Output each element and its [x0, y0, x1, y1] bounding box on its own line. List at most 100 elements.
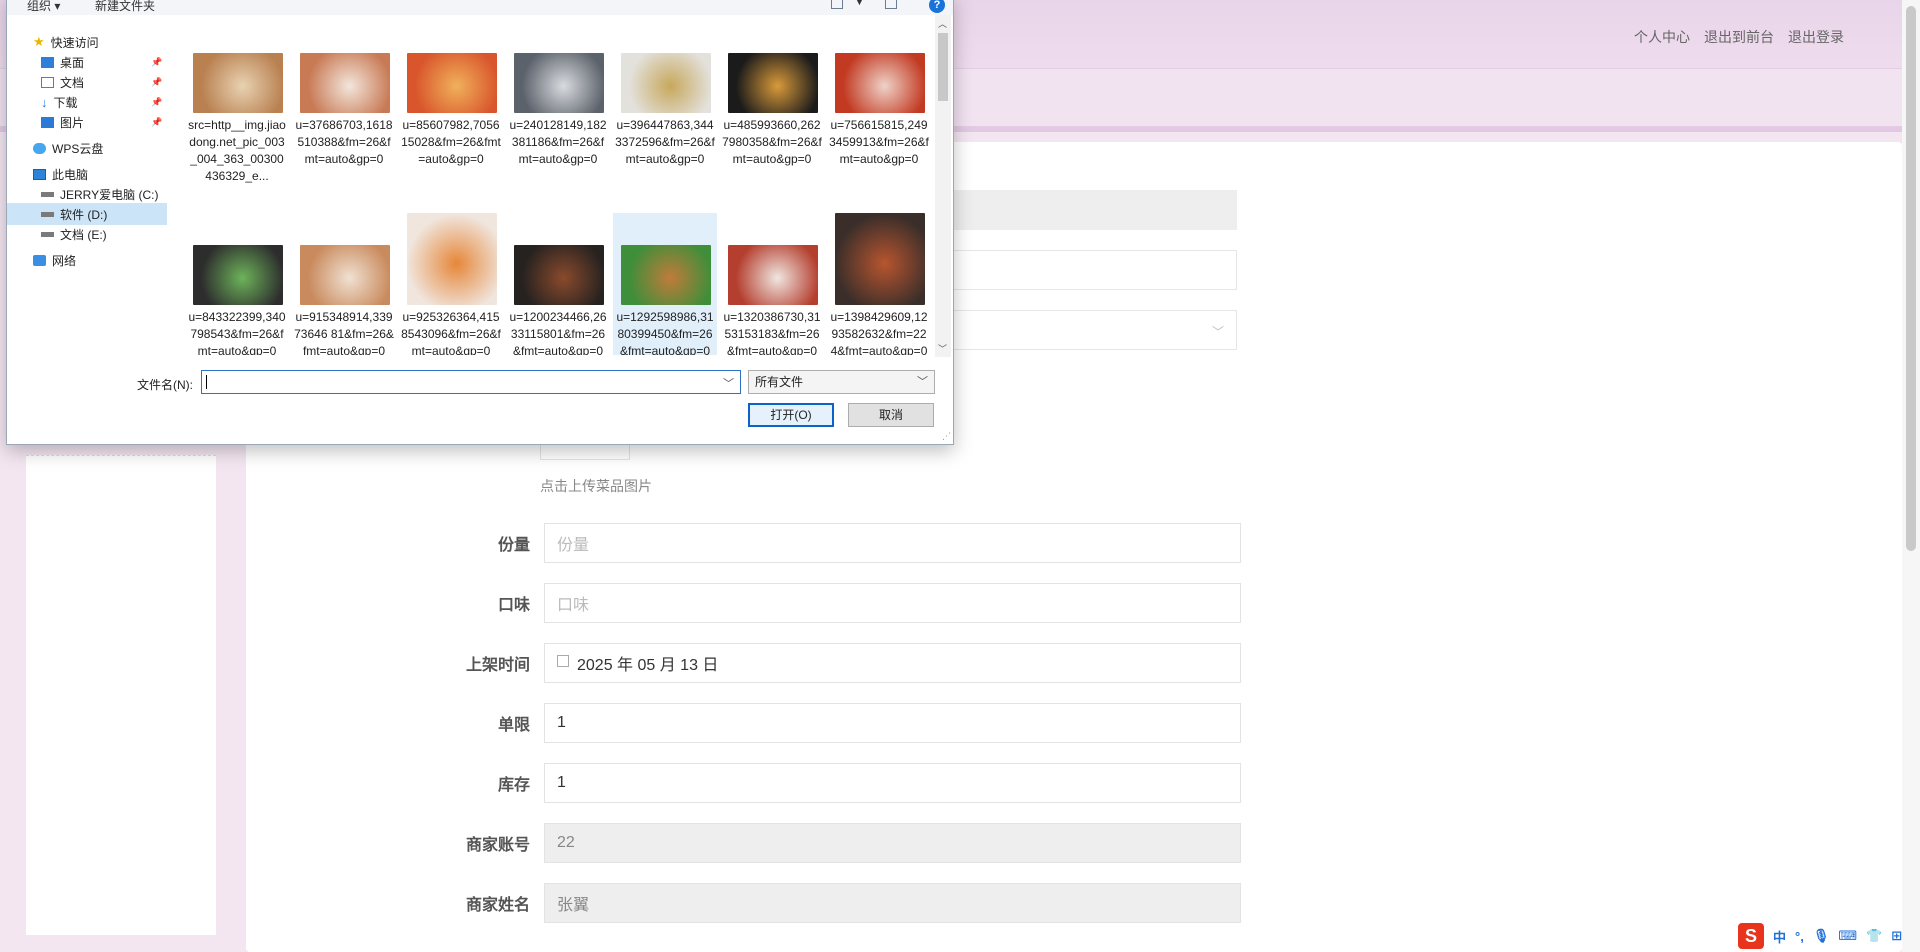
navigation-pane: ★ 快速访问桌面 📌 文档 📌 ↓ 下载 📌 图片 📌 WPS云盘此电脑 JERRY爱电脑 (C:) 软…	[7, 23, 167, 353]
scroll-up-arrow-icon[interactable]: ︿	[938, 17, 947, 30]
drv-icon	[41, 211, 54, 217]
image-thumbnail	[621, 53, 711, 113]
help-icon[interactable]: ?	[929, 0, 945, 13]
nav-item[interactable]: WPS云盘	[7, 137, 167, 159]
form-label: 商家姓名	[465, 897, 530, 914]
logout-link[interactable]: 退出登录	[1788, 27, 1844, 47]
file-open-dialog: 组织 ▾ 新建文件夹 ▼ ? ★ 快速访问桌面 📌 文档 📌 ↓ 下载 📌 图片 📌 WPS云盘此电…	[6, 0, 954, 445]
form-row: 商家账号 22	[440, 823, 1241, 863]
image-thumbnail	[728, 245, 818, 305]
personal-center-link[interactable]: 个人中心	[1634, 27, 1690, 47]
file-item[interactable]: u=396447863,3443372596&fm=26&fmt=auto&gp…	[613, 45, 717, 213]
image-thumbnail	[835, 53, 925, 113]
nav-item-label: 下载	[53, 95, 78, 110]
nav-item-label: 文档	[60, 75, 85, 90]
file-name: u=1398429609,1293582632&fm=224&fmt=auto&…	[830, 310, 928, 355]
file-item[interactable]: u=37686703,1618510388&fm=26&fmt=auto&gp=…	[292, 45, 396, 213]
page-scrollbar[interactable]	[1902, 0, 1920, 952]
page-scroll-thumb[interactable]	[1906, 6, 1916, 551]
exit-to-frontend-link[interactable]: 退出到前台	[1704, 27, 1774, 47]
form-label: 口味	[497, 597, 530, 614]
view-mode-dropdown-icon[interactable]: ▼	[855, 0, 864, 7]
file-type-filter-value: 所有文件	[755, 375, 804, 389]
file-name: u=396447863,3443372596&fm=26&fmt=auto&gp…	[615, 118, 715, 166]
file-item[interactable]: u=843322399,340798543&fm=26&fmt=auto&gp=…	[185, 213, 289, 355]
nav-item-label: 此电脑	[52, 167, 89, 182]
side-menu-panel	[26, 455, 216, 935]
nav-item[interactable]: ★ 快速访问	[7, 31, 167, 53]
sogou-ime-logo[interactable]: S	[1738, 923, 1764, 949]
filename-input[interactable]: ﹀	[201, 370, 741, 394]
system-tray: S 中 °, 🎙 ⌨ 👕 ⊞	[1738, 922, 1902, 950]
file-name: u=37686703,1618510388&fm=26&fmt=auto&gp=…	[295, 118, 393, 166]
file-item[interactable]: u=1200234466,2633115801&fm=26&fmt=auto&g…	[506, 213, 610, 355]
nav-item[interactable]: ↓ 下载 📌	[7, 91, 167, 113]
image-thumbnail	[300, 53, 390, 113]
nav-item[interactable]: 文档 📌	[7, 71, 167, 93]
pin-icon: 📌	[151, 56, 163, 67]
new-folder-button[interactable]: 新建文件夹	[95, 0, 155, 14]
drv-icon	[41, 231, 54, 237]
file-item[interactable]: u=85607982,705615028&fm=26&fmt=auto&gp=0	[399, 45, 503, 213]
file-grid-scroll-thumb[interactable]	[938, 33, 948, 101]
chevron-down-icon: ﹀	[1211, 325, 1224, 339]
file-name: u=485993660,2627980358&fm=26&fmt=auto&gp…	[722, 118, 822, 166]
file-item[interactable]: u=240128149,182381186&fm=26&fmt=auto&gp=…	[506, 45, 610, 213]
nav-item[interactable]: JERRY爱电脑 (C:)	[7, 183, 167, 205]
nav-item[interactable]: 文档 (E:)	[7, 223, 167, 245]
image-thumbnail	[300, 245, 390, 305]
nav-item[interactable]: 桌面 📌	[7, 51, 167, 73]
file-item[interactable]: u=1320386730,3153153183&fm=26&fmt=auto&g…	[720, 213, 824, 355]
file-name: u=240128149,182381186&fm=26&fmt=auto&gp=…	[509, 118, 607, 166]
form-label: 单限	[497, 717, 530, 734]
file-name: u=843322399,340798543&fm=26&fmt=auto&gp=…	[188, 310, 286, 355]
file-item[interactable]: u=925326364,4158543096&fm=26&fmt=auto&gp…	[399, 213, 503, 355]
nav-item[interactable]: 此电脑	[7, 163, 167, 185]
file-item[interactable]: src=http__img.jiaodong.net_pic_003_004_3…	[185, 45, 289, 213]
nav-item[interactable]: 软件 (D:)	[7, 203, 167, 225]
organize-button[interactable]: 组织 ▾	[27, 0, 60, 14]
form-input[interactable]: 1	[544, 703, 1241, 743]
form-input-value: 2025 年 05 月 13 日	[577, 657, 719, 674]
filename-label: 文件名(N):	[137, 378, 193, 392]
nav-item-label: 桌面	[60, 55, 85, 70]
chevron-down-icon[interactable]: ﹀	[723, 375, 734, 391]
cancel-button[interactable]: 取消	[848, 403, 934, 427]
image-thumbnail	[193, 245, 283, 305]
resize-grip-icon[interactable]: ⋰	[942, 431, 951, 442]
form-input[interactable]: 口味	[544, 583, 1241, 623]
nav-item-label: 网络	[52, 253, 77, 268]
image-thumbnail	[193, 53, 283, 113]
pc-icon	[33, 168, 46, 180]
nav-item[interactable]: 网络	[7, 249, 167, 271]
form-input[interactable]: 1	[544, 763, 1241, 803]
pic-icon	[41, 116, 54, 128]
scroll-down-arrow-icon[interactable]: ﹀	[938, 342, 947, 355]
form-input[interactable]: 份量	[544, 523, 1241, 563]
dialog-toolbar: 组织 ▾ 新建文件夹 ▼ ?	[7, 0, 953, 15]
file-grid-scrollbar[interactable]: ︿ ﹀	[935, 15, 951, 357]
ime-mode-indicator[interactable]: 中	[1773, 927, 1786, 946]
microphone-icon[interactable]: 🎙	[1813, 928, 1830, 944]
file-type-filter[interactable]: 所有文件 ﹀	[748, 370, 935, 394]
file-item[interactable]: u=756615815,2493459913&fm=26&fmt=auto&gp…	[827, 45, 931, 213]
view-mode-icon[interactable]	[831, 0, 843, 9]
image-thumbnail	[407, 53, 497, 113]
file-item[interactable]: u=915348914,33973646 81&fm=26&fmt=auto&g…	[292, 213, 396, 355]
file-item[interactable]: u=485993660,2627980358&fm=26&fmt=auto&gp…	[720, 45, 824, 213]
open-button[interactable]: 打开(O)	[748, 403, 834, 427]
pin-icon: 📌	[151, 76, 163, 87]
file-item[interactable]: u=1292598986,3180399450&fm=26&fmt=auto&g…	[613, 213, 717, 355]
file-item[interactable]: u=1398429609,1293582632&fm=224&fmt=auto&…	[827, 213, 931, 355]
keyboard-icon[interactable]: ⌨	[1838, 928, 1857, 944]
skin-icon[interactable]: 👕	[1866, 928, 1882, 944]
punctuation-indicator[interactable]: °,	[1795, 929, 1804, 944]
calendar-icon[interactable]	[557, 655, 569, 667]
form-input[interactable]: 2025 年 05 月 13 日	[544, 643, 1241, 683]
nav-item[interactable]: 图片 📌	[7, 111, 167, 133]
text-caret	[206, 375, 207, 389]
form-row: 库存 1	[440, 763, 1241, 803]
preview-pane-icon[interactable]	[885, 0, 897, 9]
form-label: 商家账号	[465, 837, 530, 854]
toolbox-icon[interactable]: ⊞	[1891, 928, 1902, 944]
